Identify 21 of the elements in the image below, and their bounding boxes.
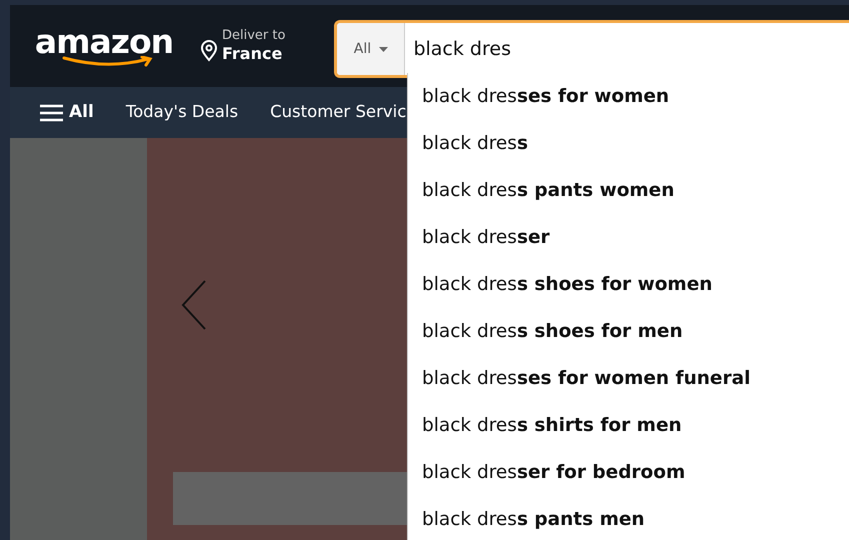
all-menu-button[interactable]: All [40, 100, 94, 126]
smile-arrow-icon [62, 56, 154, 68]
suggestion-item[interactable]: black dress shoes for women [408, 261, 849, 308]
nav-link[interactable]: Today's Deals [126, 100, 238, 125]
logo[interactable]: amazon [34, 24, 174, 58]
menu-icon [40, 104, 63, 122]
location-pin-icon [200, 40, 218, 62]
suggestion-item[interactable]: black dress [408, 120, 849, 167]
suggestion-item[interactable]: black dresser [408, 214, 849, 261]
suggestion-item[interactable]: black dress shoes for men [408, 308, 849, 355]
suggestion-item[interactable]: black dress pants women [408, 167, 849, 214]
suggestion-item[interactable]: black dress pants men [408, 496, 849, 540]
category-dropdown[interactable]: All [337, 23, 406, 75]
suggestion-item[interactable]: black dresses for women funeral [408, 355, 849, 402]
suggestion-item[interactable]: black dresses for women [408, 73, 849, 120]
deliver-location[interactable]: France [222, 44, 286, 64]
suggestion-item[interactable]: black dress shirts for men [408, 402, 849, 449]
caret-icon [379, 46, 388, 52]
nav-link[interactable]: Customer Servic [270, 100, 406, 125]
deliver-label: Deliver to [222, 28, 286, 44]
suggestion-item[interactable]: black dresser for bedroom [408, 449, 849, 496]
